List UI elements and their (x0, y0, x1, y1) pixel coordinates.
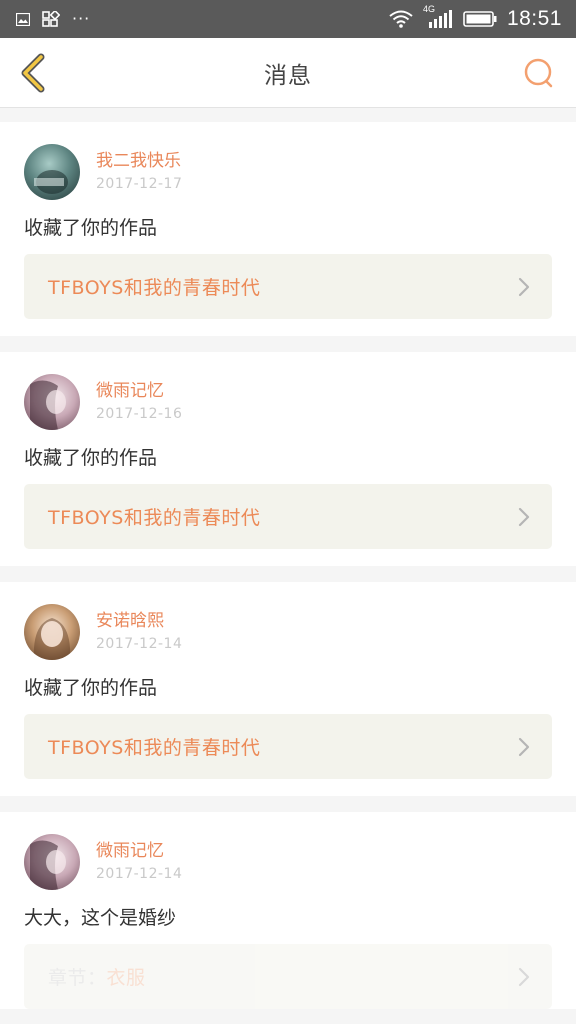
search-icon (524, 58, 553, 88)
chapter-label: 章节： (48, 967, 107, 989)
work-title: TFBOYS和我的青春时代 (48, 737, 261, 759)
chevron-left-icon (21, 53, 45, 93)
app-grid-icon (42, 11, 60, 27)
chevron-right-icon (518, 507, 530, 527)
work-link[interactable]: TFBOYS和我的青春时代 (24, 484, 552, 549)
work-title: TFBOYS和我的青春时代 (48, 277, 261, 299)
message-text: 收藏了你的作品 (24, 447, 158, 469)
wifi-icon (389, 10, 413, 28)
list-top-spacer (0, 108, 576, 122)
message-date: 2017-12-16 (96, 406, 183, 422)
chapter-info: 章节：衣服 (48, 963, 518, 990)
message-card: 我二我快乐 2017-12-17 收藏了你的作品 TFBOYS和我的青春时代 (0, 122, 576, 336)
chevron-right-icon (518, 277, 530, 297)
back-button[interactable] (14, 52, 54, 94)
avatar[interactable] (24, 144, 80, 200)
more-notifications-icon: ··· (72, 9, 91, 28)
status-bar: ··· 4G 18:51 (0, 0, 576, 38)
app-header: 消息 (0, 38, 576, 108)
work-link[interactable]: TFBOYS和我的青春时代 (24, 254, 552, 319)
avatar[interactable] (24, 834, 80, 890)
avatar[interactable] (24, 604, 80, 660)
username[interactable]: 我二我快乐 (96, 150, 182, 172)
message-card: 微雨记忆 2017-12-14 大大，这个是婚纱 章节：衣服 (0, 812, 576, 1009)
message-date: 2017-12-14 (96, 636, 183, 652)
signal-icon: 4G (423, 4, 453, 28)
image-notification-icon (16, 12, 30, 26)
chevron-right-icon (518, 967, 530, 987)
avatar[interactable] (24, 374, 80, 430)
message-card: 安诺晗熙 2017-12-14 收藏了你的作品 TFBOYS和我的青春时代 (0, 582, 576, 796)
username[interactable]: 安诺晗熙 (96, 610, 182, 632)
message-text: 收藏了你的作品 (24, 217, 158, 239)
username[interactable]: 微雨记忆 (96, 380, 182, 402)
message-card: 微雨记忆 2017-12-16 收藏了你的作品 TFBOYS和我的青春时代 (0, 352, 576, 566)
battery-icon (463, 11, 497, 27)
message-header: 安诺晗熙 2017-12-14 (24, 582, 552, 660)
clock: 18:51 (506, 7, 562, 30)
message-header: 微雨记忆 2017-12-14 (24, 812, 552, 890)
page-title: 消息 (264, 62, 312, 89)
message-header: 我二我快乐 2017-12-17 (24, 122, 552, 200)
network-type-label: 4G (422, 4, 435, 14)
search-button[interactable] (520, 54, 558, 92)
message-list: 我二我快乐 2017-12-17 收藏了你的作品 TFBOYS和我的青春时代 微… (0, 122, 576, 1009)
chapter-value: 衣服 (106, 967, 146, 989)
work-title: TFBOYS和我的青春时代 (48, 507, 261, 529)
message-date: 2017-12-17 (96, 176, 183, 192)
work-link[interactable]: TFBOYS和我的青春时代 (24, 714, 552, 779)
message-text: 大大，这个是婚纱 (24, 907, 177, 929)
message-date: 2017-12-14 (96, 866, 183, 882)
screen: ··· 4G 18:51 消息 我二我快乐 2017-12-17 收藏了你的作品… (0, 0, 576, 1024)
chevron-right-icon (518, 737, 530, 757)
message-header: 微雨记忆 2017-12-16 (24, 352, 552, 430)
message-text: 收藏了你的作品 (24, 677, 158, 699)
username[interactable]: 微雨记忆 (96, 840, 182, 862)
chapter-link[interactable]: 章节：衣服 (24, 944, 552, 1009)
